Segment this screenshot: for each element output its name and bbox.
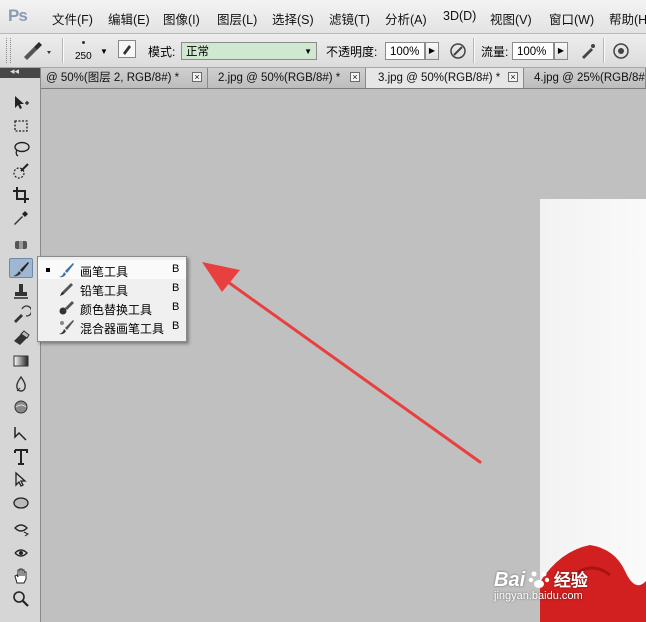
photo-content bbox=[540, 545, 646, 622]
document-canvas[interactable] bbox=[540, 199, 646, 622]
paw-icon bbox=[529, 571, 550, 588]
baidu-jingyan-watermark: Bai 经验 jingyan.baidu.com bbox=[494, 566, 588, 602]
watermark-brand: Bai bbox=[494, 569, 526, 591]
watermark-url: jingyan.baidu.com bbox=[494, 590, 583, 602]
watermark-brand-suffix: 经验 bbox=[553, 571, 588, 590]
